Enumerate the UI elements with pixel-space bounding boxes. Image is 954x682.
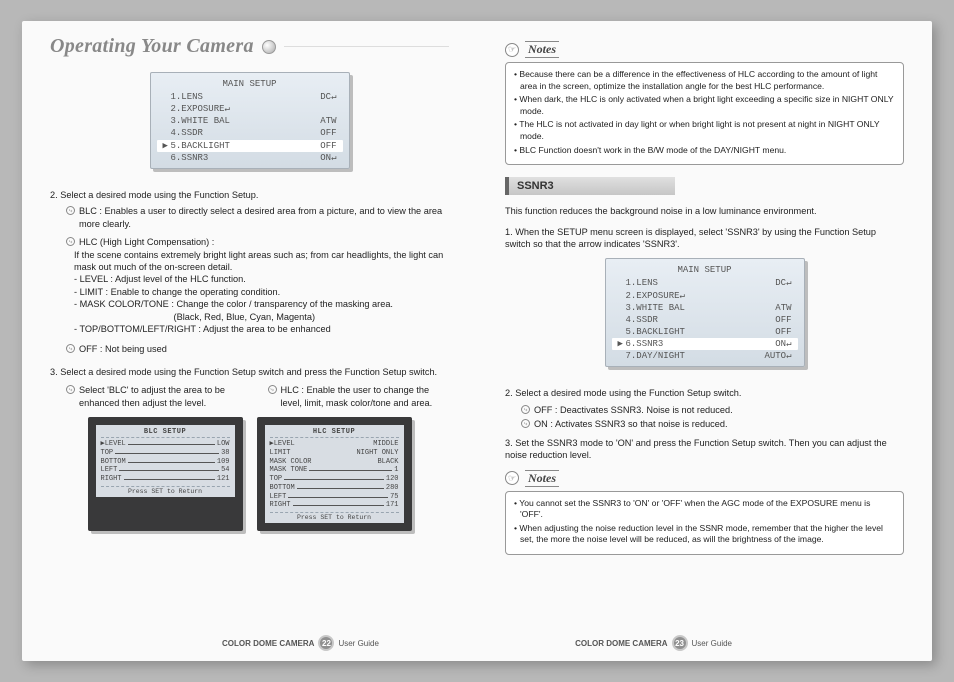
- footer-product: COLOR DOME CAMERA: [222, 639, 314, 648]
- footer-left: COLOR DOME CAMERA 22 User Guide: [222, 635, 379, 651]
- notes-heading: ☞ Notes: [505, 470, 904, 487]
- bullet-icon: ⤷: [66, 385, 75, 394]
- bullet-icon: ⤷: [521, 419, 530, 428]
- osd-row: 2.EXPOSURE↵: [616, 290, 794, 302]
- ssnr-step3: 3. Set the SSNR3 mode to 'ON' and press …: [505, 437, 904, 462]
- osd-row: 1.LENSDC↵: [616, 277, 794, 289]
- footer-right: COLOR DOME CAMERA 23 User Guide: [575, 635, 732, 651]
- note-item: BLC Function doesn't work in the B/W mod…: [520, 145, 895, 157]
- mini-screens: BLC SETUP ▶LEVELLOW TOP38 BOTTOM109 LEFT…: [50, 417, 449, 531]
- ssnr-intro: This function reduces the background noi…: [505, 205, 904, 217]
- hlc-sub: - LEVEL : Adjust level of the HLC functi…: [74, 273, 449, 285]
- note-item: You cannot set the SSNR3 to 'ON' or 'OFF…: [520, 498, 895, 521]
- note-item: The HLC is not activated in day light or…: [520, 119, 895, 142]
- hlc-desc: If the scene contains extremely bright l…: [74, 249, 449, 274]
- osd-row: 1.LENSDC↵: [161, 91, 339, 103]
- bullet-icon: ⤷: [268, 385, 277, 394]
- note-item: When dark, the HLC is only activated whe…: [520, 94, 895, 117]
- footer-product: COLOR DOME CAMERA: [575, 639, 667, 648]
- page-number: 22: [318, 635, 334, 651]
- note-item: Because there can be a difference in the…: [520, 69, 895, 92]
- page-title: Operating Your Camera: [50, 35, 254, 58]
- osd-row: 7.DAY/NIGHTAUTO↵: [616, 350, 794, 362]
- bullet-icon: ⤷: [66, 237, 75, 246]
- osd-row: 6.SSNR3ON↵: [161, 152, 339, 164]
- right-page: ☞ Notes Because there can be a differenc…: [477, 21, 932, 661]
- osd-row: 3.WHITE BALATW: [161, 115, 339, 127]
- left-page: Operating Your Camera MAIN SETUP 1.LENSD…: [22, 21, 477, 661]
- ssnr-step1: 1. When the SETUP menu screen is display…: [505, 226, 904, 251]
- title-ornament-icon: [262, 40, 276, 54]
- notes-label: Notes: [525, 41, 559, 58]
- osd-row: 4.SSDROFF: [161, 127, 339, 139]
- hlc-setup-screen: HLC SETUP ▶LEVELMIDDLE LIMITNIGHT ONLY M…: [257, 417, 412, 531]
- osd-row: 5.BACKLIGHTOFF: [616, 326, 794, 338]
- mode-descriptions: ⤷Select 'BLC' to adjust the area to be e…: [66, 384, 449, 409]
- title-row: Operating Your Camera: [50, 35, 449, 58]
- bullet-icon: ⤷: [66, 206, 75, 215]
- notes-box-1: Because there can be a difference in the…: [505, 62, 904, 165]
- osd-row: 3.WHITE BALATW: [616, 302, 794, 314]
- off-item: ⤷OFF : Not being used: [66, 341, 449, 355]
- hand-icon: ☞: [505, 471, 519, 485]
- ssnr-step2: 2. Select a desired mode using the Funct…: [505, 387, 904, 399]
- notes-heading: ☞ Notes: [505, 41, 904, 58]
- manual-spread: Operating Your Camera MAIN SETUP 1.LENSD…: [22, 21, 932, 661]
- bullet-icon: ⤷: [66, 344, 75, 353]
- osd-main-setup-right: MAIN SETUP 1.LENSDC↵ 2.EXPOSURE↵ 3.WHITE…: [605, 258, 805, 367]
- step-3: 3. Select a desired mode using the Funct…: [50, 366, 449, 378]
- hlc-sub: - MASK COLOR/TONE : Change the color / t…: [74, 298, 449, 310]
- bullet-icon: ⤷: [521, 405, 530, 414]
- osd-title: MAIN SETUP: [161, 79, 339, 89]
- hand-icon: ☞: [505, 43, 519, 57]
- hlc-item: ⤷HLC (High Light Compensation) :: [66, 234, 449, 248]
- osd-row-selected: ▶6.SSNR3ON↵: [612, 338, 798, 350]
- title-rule: [284, 46, 449, 47]
- hlc-sub: - TOP/BOTTOM/LEFT/RIGHT : Adjust the are…: [74, 323, 449, 335]
- footer-guide: User Guide: [692, 639, 732, 648]
- hlc-sub: (Black, Red, Blue, Cyan, Magenta): [74, 311, 449, 323]
- section-ssnr3: SSNR3: [505, 177, 675, 195]
- osd-main-setup-left: MAIN SETUP 1.LENSDC↵ 2.EXPOSURE↵ 3.WHITE…: [150, 72, 350, 169]
- osd-row: 4.SSDROFF: [616, 314, 794, 326]
- osd-row: 2.EXPOSURE↵: [161, 103, 339, 115]
- blc-setup-screen: BLC SETUP ▶LEVELLOW TOP38 BOTTOM109 LEFT…: [88, 417, 243, 531]
- footer-guide: User Guide: [338, 639, 378, 648]
- notes-label: Notes: [525, 470, 559, 487]
- osd-title: MAIN SETUP: [616, 265, 794, 275]
- step-2: 2. Select a desired mode using the Funct…: [50, 189, 449, 201]
- osd-row-selected: ▶5.BACKLIGHTOFF: [157, 140, 343, 152]
- ssnr-off-item: ⤷OFF : Deactivates SSNR3. Noise is not r…: [521, 402, 904, 431]
- hlc-sub: - LIMIT : Enable to change the operating…: [74, 286, 449, 298]
- note-item: When adjusting the noise reduction level…: [520, 523, 895, 546]
- page-number: 23: [672, 635, 688, 651]
- blc-item: ⤷BLC : Enables a user to directly select…: [66, 203, 449, 230]
- notes-box-2: You cannot set the SSNR3 to 'ON' or 'OFF…: [505, 491, 904, 555]
